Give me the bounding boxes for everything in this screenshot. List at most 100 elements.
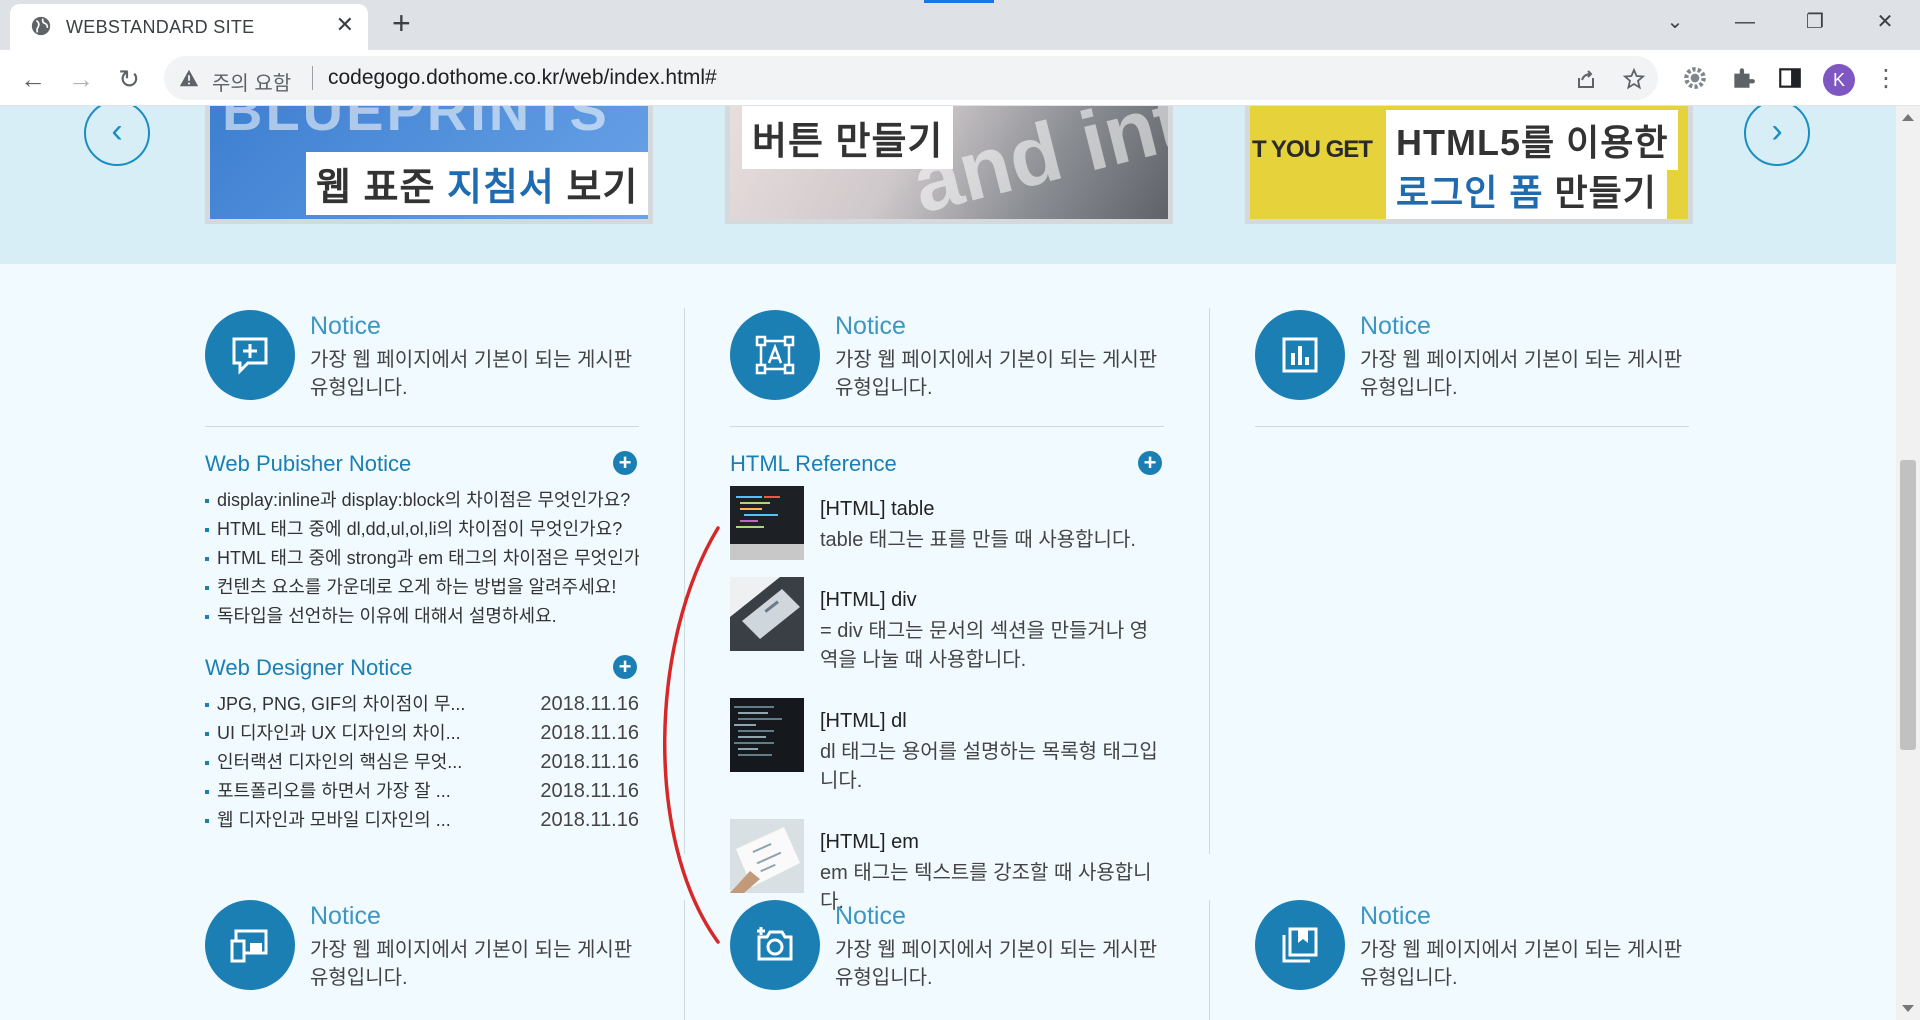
extensions-puzzle-icon[interactable] — [1730, 65, 1756, 91]
camera-plus-icon — [757, 927, 793, 961]
list-item[interactable]: 웹 디자인과 모바일 디자인의 ... 2018.11.16 — [205, 806, 639, 835]
scroll-down-icon[interactable] — [1902, 1005, 1914, 1012]
page-scrollbar[interactable] — [1896, 106, 1920, 1020]
reference-thumbnail — [730, 577, 804, 651]
feature-notice-2[interactable]: Notice 가장 웹 페이지에서 기본이 되는 게시판 유형입니다. — [730, 310, 1164, 402]
reference-item-table[interactable]: [HTML] table table 태그는 표를 만들 때 사용합니다. — [730, 486, 1164, 566]
feature-icon-circle — [730, 900, 820, 990]
tab-title: WEBSTANDARD SITE — [66, 17, 255, 37]
restore-icon[interactable]: ❐ — [1780, 0, 1850, 44]
list-item[interactable]: 독타입을 선언하는 이유에 대해서 설명하세요. — [205, 602, 639, 631]
feature-notice-1[interactable]: Notice 가장 웹 페이지에서 기본이 되는 게시판 유형입니다. — [205, 310, 639, 402]
feature-icon-circle — [205, 900, 295, 990]
html-reference-more-button[interactable]: + — [1138, 451, 1162, 475]
reference-item-div[interactable]: [HTML] div = div 태그는 문서의 섹션을 만들거나 영역을 나눌… — [730, 577, 1164, 687]
list-item-text: JPG, PNG, GIF의 차이점이 무... — [217, 694, 466, 714]
side-panel-icon[interactable] — [1777, 65, 1803, 91]
browser-tab[interactable]: WEBSTANDARD SITE ✕ — [10, 4, 368, 50]
url-text[interactable]: codegogo.dothome.co.kr/web/index.html# — [328, 66, 717, 90]
scroll-up-icon[interactable] — [1902, 114, 1914, 121]
scrollbar-thumb[interactable] — [1900, 460, 1916, 750]
close-window-icon[interactable]: ✕ — [1850, 0, 1920, 44]
omnibox-separator — [312, 66, 313, 90]
reference-item-em[interactable]: [HTML] em em 태그는 텍스트를 강조할 때 사용합니다. — [730, 819, 1164, 911]
feature-notice-6[interactable]: Notice 가장 웹 페이지에서 기본이 되는 게시판 유형입니다. — [1255, 900, 1689, 992]
tab-strip: WEBSTANDARD SITE ✕ + ⌄ — ❐ ✕ — [0, 0, 1920, 50]
feature-notice-5[interactable]: Notice 가장 웹 페이지에서 기본이 되는 게시판 유형입니다. — [730, 900, 1164, 992]
back-arrow-icon[interactable]: ← — [16, 62, 50, 96]
browser-toolbar: ← → ↻ 주의 요함 codegogo.dothome.co.kr/web/i… — [0, 50, 1920, 106]
list-item[interactable]: display:inline과 display:block의 차이점은 무엇인가… — [205, 486, 639, 515]
list-item-text: UI 디자인과 UX 디자인의 차이... — [217, 723, 461, 743]
reference-thumbnail — [730, 819, 804, 893]
share-icon[interactable] — [1574, 67, 1598, 91]
reload-icon[interactable]: ↻ — [112, 62, 146, 96]
bookmark-star-icon[interactable] — [1622, 67, 1646, 91]
banner-button[interactable]: and inte 버튼 만들기 — [725, 106, 1173, 224]
security-label[interactable]: 주의 요함 — [212, 67, 291, 96]
list-item-date: 2018.11.16 — [540, 780, 639, 802]
reference-desc: table 태그는 표를 만들 때 사용합니다. — [820, 529, 1136, 551]
reference-title: [HTML] dl — [820, 710, 907, 732]
window-controls: ⌄ — ❐ ✕ — [1640, 0, 1920, 44]
reference-thumbnail — [730, 486, 804, 560]
publisher-notice-more-button[interactable]: + — [613, 451, 637, 475]
page-viewport: ‹ BLUEPRINTS 웹 표준 지침서 보기 and inte 버튼 만들기… — [0, 106, 1896, 1020]
banner-slider: ‹ BLUEPRINTS 웹 표준 지침서 보기 and inte 버튼 만들기… — [0, 106, 1896, 264]
reference-thumbnail — [730, 698, 804, 772]
reference-title: [HTML] em — [820, 831, 919, 853]
list-item[interactable]: 포트폴리오를 하면서 가장 잘 ... 2018.11.16 — [205, 777, 639, 806]
minimize-icon[interactable]: — — [1710, 0, 1780, 44]
reference-item-dl[interactable]: [HTML] dl dl 태그는 용어를 설명하는 목록형 태그입니다. — [730, 698, 1164, 808]
feature-desc: 가장 웹 페이지에서 기본이 되는 게시판 유형입니다. — [310, 349, 633, 399]
list-item[interactable]: HTML 태그 중에 strong과 em 태그의 차이점은 무엇인가요? — [205, 544, 639, 573]
column-divider — [1209, 308, 1210, 854]
designer-notice-title[interactable]: Web Designer Notice — [205, 655, 412, 681]
code-screen-image — [730, 698, 804, 772]
feature-icon-circle — [1255, 900, 1345, 990]
feature-notice-3[interactable]: Notice 가장 웹 페이지에서 기본이 되는 게시판 유형입니다. — [1255, 310, 1689, 402]
slider-next-icon[interactable]: › — [1744, 106, 1810, 166]
feature-desc: 가장 웹 페이지에서 기본이 되는 게시판 유형입니다. — [1360, 349, 1683, 399]
feature-desc: 가장 웹 페이지에서 기본이 되는 게시판 유형입니다. — [835, 939, 1158, 989]
list-item-date: 2018.11.16 — [540, 722, 639, 744]
close-tab-icon[interactable]: ✕ — [336, 14, 354, 36]
address-bar[interactable]: 주의 요함 codegogo.dothome.co.kr/web/index.h… — [164, 56, 1658, 100]
browser-menu-icon[interactable]: ⋮ — [1874, 64, 1898, 94]
feature-notice-4[interactable]: Notice 가장 웹 페이지에서 기본이 되는 게시판 유형입니다. — [205, 900, 639, 992]
tab-search-icon[interactable]: ⌄ — [1640, 0, 1710, 44]
feature-desc: 가장 웹 페이지에서 기본이 되는 게시판 유형입니다. — [310, 939, 633, 989]
extension-gear-icon[interactable] — [1682, 65, 1708, 91]
banner-deco-text: BLUEPRINTS — [222, 106, 610, 142]
warning-icon — [179, 69, 199, 87]
feature-icon-circle — [205, 310, 295, 400]
list-item[interactable]: HTML 태그 중에 dl,dd,ul,ol,li의 차이점이 무엇인가요? — [205, 515, 639, 544]
reference-desc: dl 태그는 용어를 설명하는 목록형 태그입니다. — [820, 741, 1158, 792]
publisher-notice-title[interactable]: Web Pubisher Notice — [205, 451, 411, 477]
banner-caption-line2-b: 만들기 — [1543, 172, 1657, 213]
new-tab-button[interactable]: + — [392, 7, 411, 39]
banner-login-form[interactable]: T YOU GET HTML5를 이용한 로그인 폼 만들기 — [1245, 106, 1693, 224]
message-plus-icon — [232, 337, 268, 375]
designer-notice-more-button[interactable]: + — [613, 655, 637, 679]
feature-separator — [730, 426, 1164, 427]
banner-web-standard[interactable]: BLUEPRINTS 웹 표준 지침서 보기 — [205, 106, 653, 224]
list-item-text: 웹 디자인과 모바일 디자인의 ... — [217, 810, 451, 830]
list-item[interactable]: JPG, PNG, GIF의 차이점이 무... 2018.11.16 — [205, 690, 639, 719]
paper-sketch-image — [730, 819, 804, 893]
list-item[interactable]: UI 디자인과 UX 디자인의 차이... 2018.11.16 — [205, 719, 639, 748]
slider-prev-icon[interactable]: ‹ — [84, 106, 150, 166]
devices-icon — [230, 929, 268, 963]
list-item-text: 포트폴리오를 하면서 가장 잘 ... — [217, 781, 451, 801]
forward-arrow-icon[interactable]: → — [64, 62, 98, 96]
feature-separator — [1255, 426, 1689, 427]
tablet-design-image — [730, 577, 804, 651]
list-item[interactable]: 컨텐츠 요소를 가운데로 오게 하는 방법을 알려주세요! — [205, 573, 639, 602]
annotation-bracket-curve — [663, 526, 720, 944]
list-item[interactable]: 인터랙션 디자인의 핵심은 무엇... 2018.11.16 — [205, 748, 639, 777]
list-item-date: 2018.11.16 — [540, 809, 639, 831]
feature-title: Notice — [310, 902, 381, 930]
html-reference-title[interactable]: HTML Reference — [730, 451, 897, 477]
profile-avatar[interactable]: K — [1823, 64, 1855, 96]
banner-caption: 웹 표준 지침서 보기 — [306, 152, 648, 215]
